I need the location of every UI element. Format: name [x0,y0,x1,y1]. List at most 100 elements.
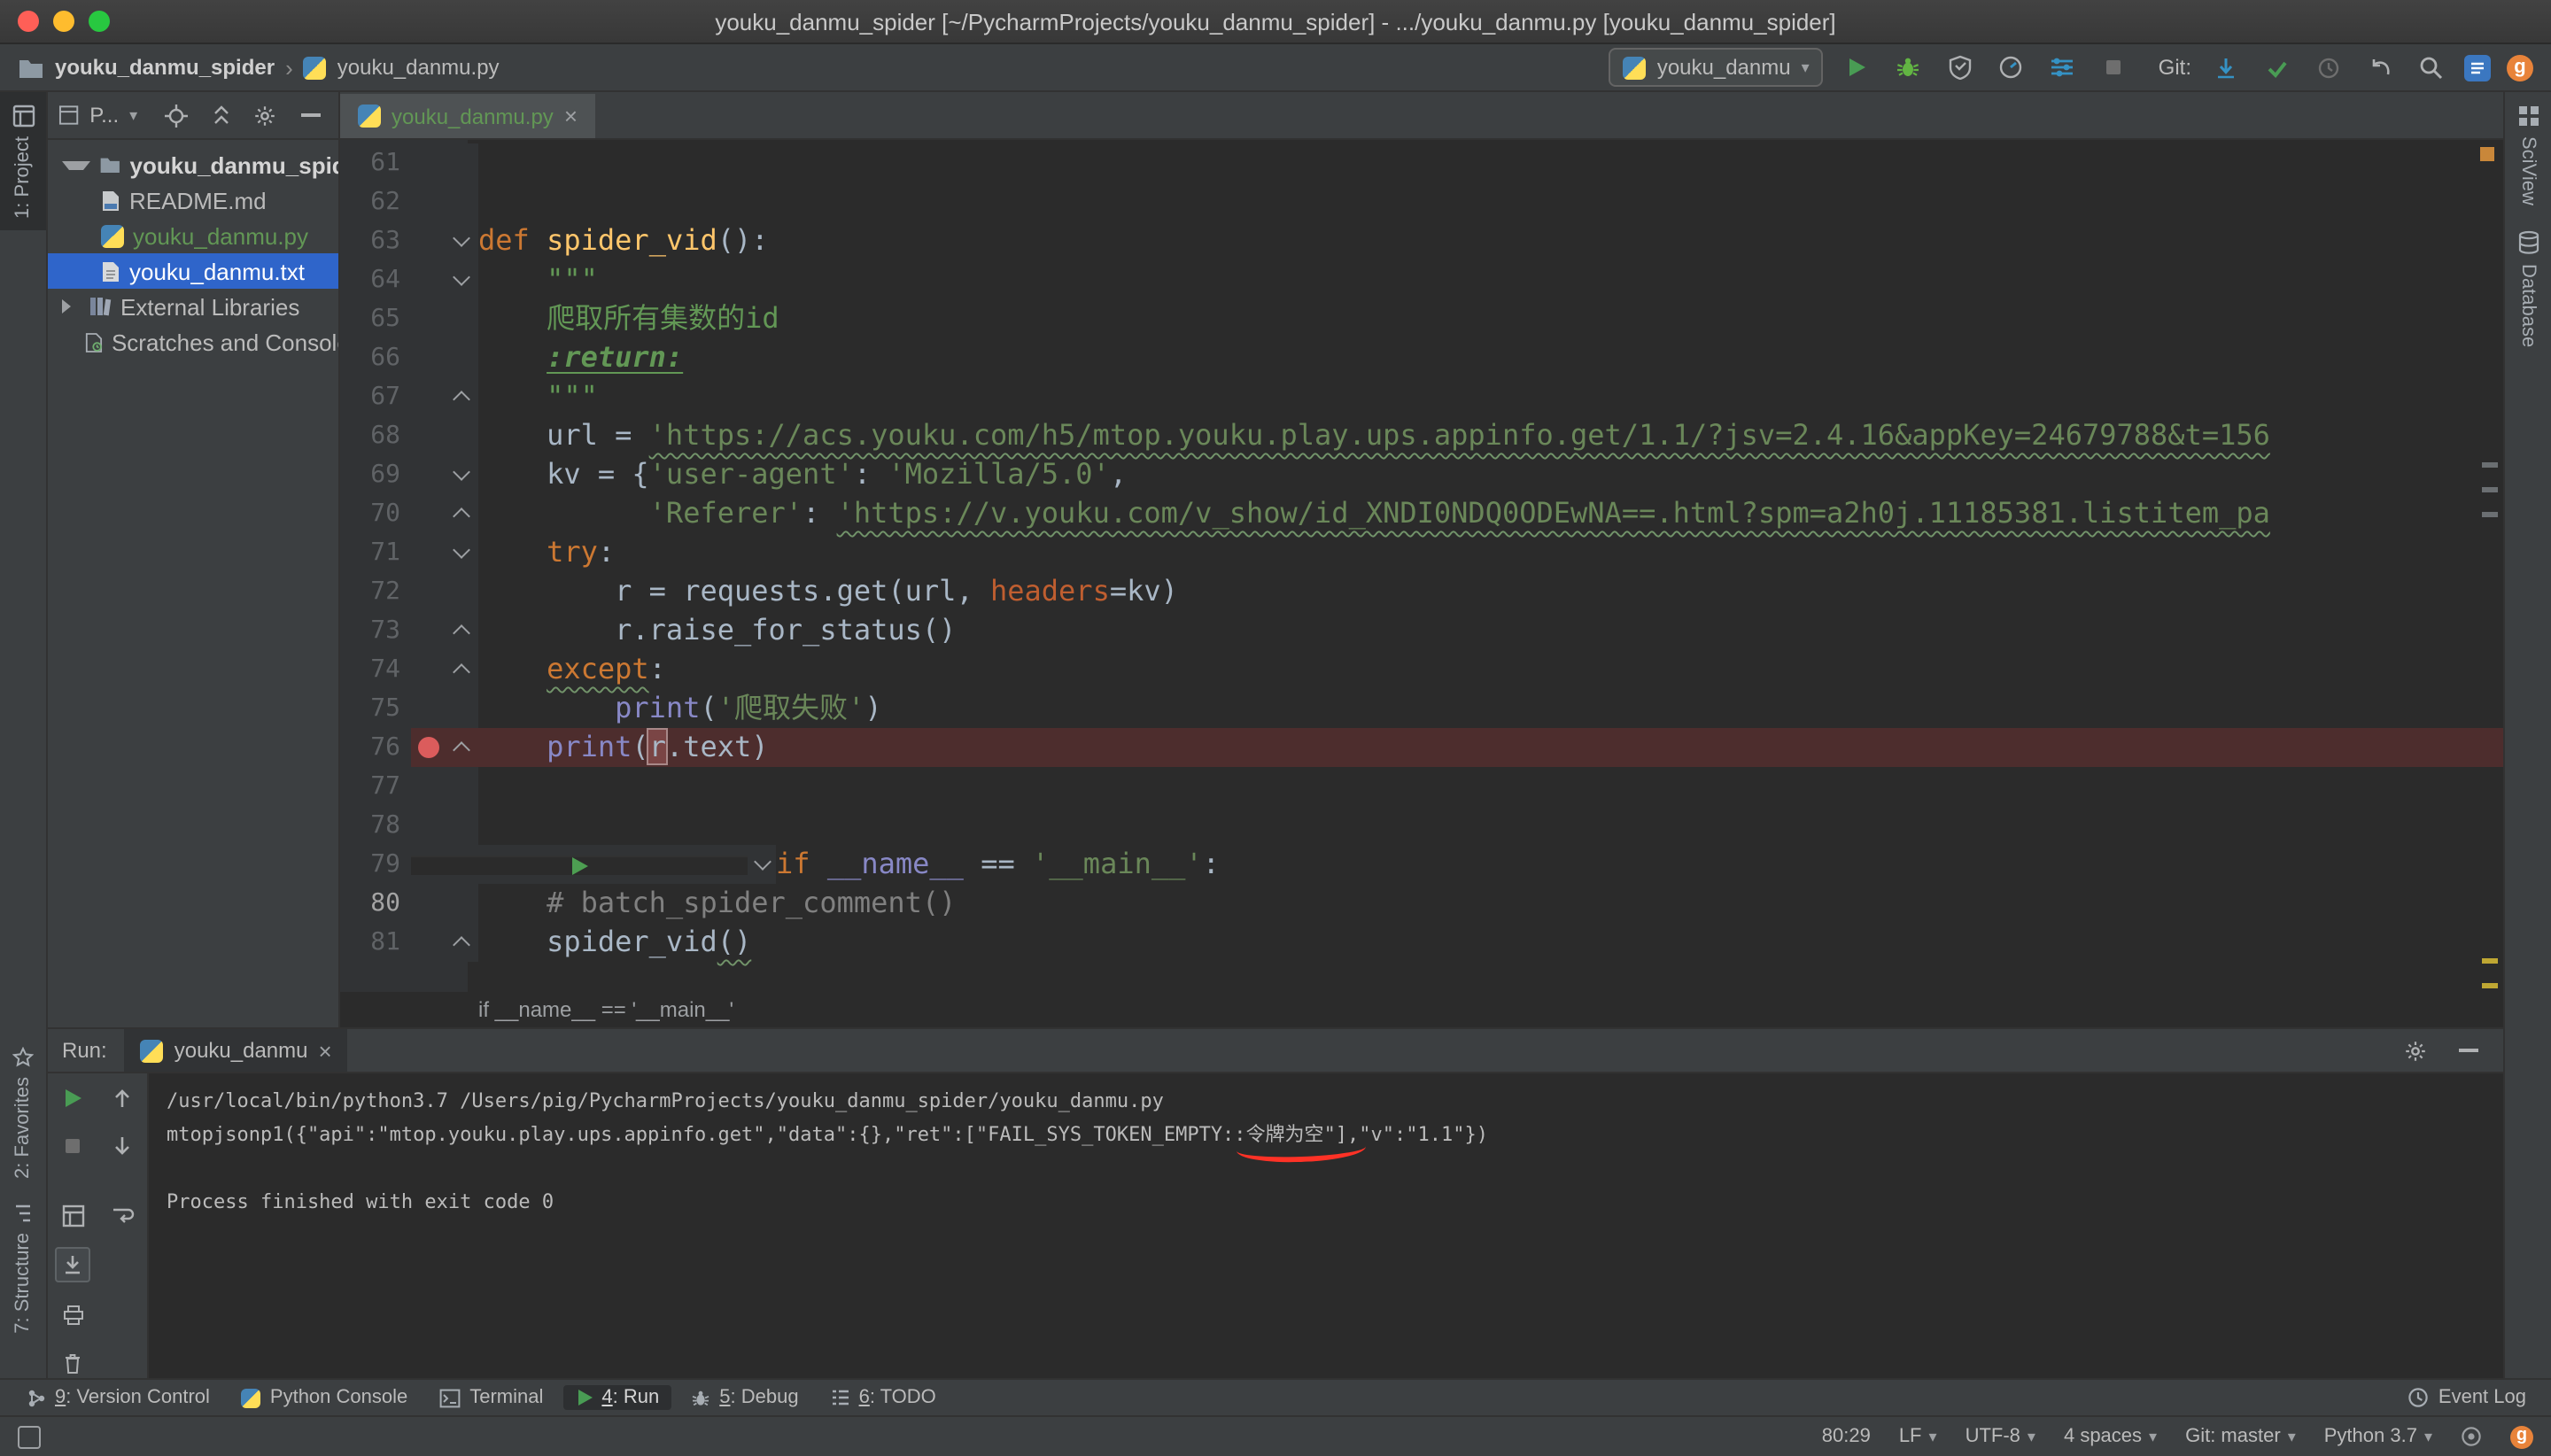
chevron-right-icon[interactable] [62,299,80,314]
run-tab-youku-danmu[interactable]: youku_danmu × [124,1029,348,1072]
vcs-commit-button[interactable] [2259,50,2294,85]
caret-position[interactable]: 80:29 [1822,1426,1871,1447]
close-tab-icon[interactable]: × [319,1037,332,1064]
tool-window-toggle-icon[interactable] [18,1425,41,1448]
run-configuration-selector[interactable]: youku_danmu ▾ [1609,48,1824,87]
code-editor[interactable]: 61 62 63 def spider_vid(): 64 """ 65 爬取所有集数的i… [340,140,2503,992]
soft-wrap-icon[interactable] [106,1199,138,1231]
concurrency-diagram-button[interactable] [2045,50,2081,85]
line-number[interactable]: 71 [340,533,411,572]
error-stripe-mark[interactable] [2482,487,2498,492]
code-text[interactable]: """ [478,260,2503,299]
fold-marker[interactable] [446,276,475,283]
gutter[interactable] [411,689,478,728]
line-number[interactable]: 69 [340,455,411,494]
project-panel-title[interactable]: P... [89,103,119,128]
interpreter-selector[interactable]: Python 3.7 ▾ [2324,1426,2432,1447]
line-number[interactable]: 74 [340,650,411,689]
fold-marker[interactable] [748,861,776,868]
tool-button-todo[interactable]: 6: TODO [818,1385,949,1410]
minimize-window-button[interactable] [53,11,74,32]
tree-item-project-root[interactable]: youku_danmu_spider [48,147,338,182]
error-stripe-mark[interactable] [2482,512,2498,517]
tree-item-youku-danmu-txt[interactable]: youku_danmu.txt [48,253,338,289]
line-number[interactable]: 67 [340,377,411,416]
up-stack-trace-icon[interactable] [106,1082,138,1114]
fold-marker[interactable] [446,666,475,673]
tool-button-debug[interactable]: 5: Debug [678,1385,810,1410]
line-number[interactable]: 65 [340,299,411,338]
tool-button-version-control[interactable]: 9: Version Control [14,1385,222,1410]
tool-button-favorites[interactable]: 2: Favorites [0,1034,46,1190]
line-number[interactable]: 64 [340,260,411,299]
gutter[interactable] [411,650,478,689]
code-text[interactable]: url = 'https://acs.youku.com/h5/mtop.you… [478,416,2503,455]
rerun-button[interactable] [57,1082,89,1114]
plugin-g-icon[interactable]: g [2507,54,2533,81]
highlighting-level-icon[interactable] [2461,1426,2482,1447]
code-text[interactable] [478,182,2503,221]
vcs-rollback-button[interactable] [2361,50,2397,85]
gutter[interactable] [411,533,478,572]
zoom-window-button[interactable] [89,11,110,32]
gear-icon[interactable] [249,97,283,133]
line-ending-selector[interactable]: LF ▾ [1899,1426,1937,1447]
run-with-coverage-button[interactable] [1942,50,1978,85]
code-text[interactable]: try: [478,533,2503,572]
clear-console-icon[interactable] [57,1346,89,1378]
fold-marker[interactable] [446,549,475,556]
run-console[interactable]: /usr/local/bin/python3.7 /Users/pig/Pych… [149,1073,2503,1378]
tool-button-sciview[interactable]: SciView [2505,92,2551,218]
close-tab-icon[interactable]: × [564,103,578,129]
line-number[interactable]: 77 [340,767,411,806]
stop-button[interactable] [2097,50,2132,85]
error-stripe-mark[interactable] [2482,462,2498,468]
code-text[interactable] [478,767,2503,806]
gutter[interactable] [411,728,478,767]
gutter[interactable] [411,611,478,650]
close-window-button[interactable] [18,11,39,32]
tool-button-python-console[interactable]: Python Console [229,1385,420,1410]
code-text[interactable]: r = requests.get(url, headers=kv) [478,572,2503,611]
hide-panel-icon[interactable] [2450,1033,2485,1068]
plugin-blue-icon[interactable] [2464,54,2491,81]
search-everywhere-icon[interactable] [2413,50,2448,85]
line-number[interactable]: 68 [340,416,411,455]
code-text[interactable]: if __name__ == '__main__': [776,845,2503,884]
hide-panel-icon[interactable] [293,97,328,133]
tool-button-database[interactable]: Database [2505,218,2551,360]
fold-marker[interactable] [446,471,475,478]
line-number[interactable]: 61 [340,143,411,182]
down-stack-trace-icon[interactable] [106,1130,138,1162]
line-number[interactable]: 72 [340,572,411,611]
gutter[interactable] [411,923,478,962]
gutter[interactable] [411,182,478,221]
restore-layout-icon[interactable] [57,1199,89,1231]
breadcrumb-project[interactable]: youku_danmu_spider [55,55,275,80]
line-number[interactable]: 79 [340,845,411,884]
gutter[interactable] [411,455,478,494]
warning-stripe-mark[interactable] [2482,958,2498,964]
print-icon[interactable] [57,1298,89,1330]
tool-button-run[interactable]: 4: Run [562,1385,672,1410]
tree-item-scratches[interactable]: Scratches and Consoles [48,324,338,360]
gutter[interactable] [411,143,478,182]
fold-marker[interactable] [446,627,475,634]
code-text[interactable]: r.raise_for_status() [478,611,2503,650]
gutter[interactable] [411,299,478,338]
code-text[interactable]: print('爬取失败') [478,689,2503,728]
editor-breadcrumb[interactable]: if __name__ == '__main__' [478,997,733,1022]
gutter[interactable] [411,845,776,884]
gutter[interactable] [411,377,478,416]
fold-marker[interactable] [446,744,475,751]
gutter[interactable] [411,338,478,377]
gear-icon[interactable] [2397,1033,2432,1068]
code-text[interactable] [478,143,2503,182]
line-number[interactable]: 63 [340,221,411,260]
git-branch-selector[interactable]: Git: master ▾ [2185,1426,2296,1447]
run-button[interactable] [1840,50,1875,85]
tool-button-structure[interactable]: 7: Structure [0,1190,46,1346]
code-text[interactable] [478,806,2503,845]
line-number[interactable]: 75 [340,689,411,728]
line-number[interactable]: 73 [340,611,411,650]
